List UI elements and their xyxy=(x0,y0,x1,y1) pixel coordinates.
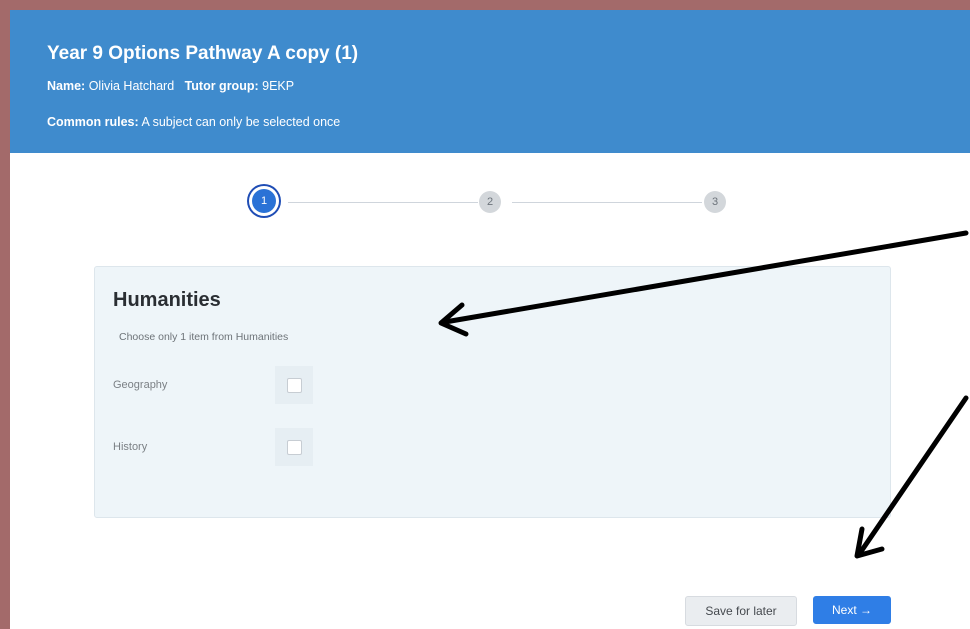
header-banner: Year 9 Options Pathway A copy (1) Name: … xyxy=(10,10,970,153)
next-button[interactable]: Next → xyxy=(813,596,891,624)
common-rules: Common rules: A subject can only be sele… xyxy=(47,115,340,129)
progress-stepper: 1 2 3 xyxy=(10,185,970,225)
stepper-connector xyxy=(512,202,702,203)
common-rules-label: Common rules: xyxy=(47,115,139,129)
option-cell-history xyxy=(275,428,313,466)
step-3[interactable]: 3 xyxy=(704,191,726,213)
page-frame: Year 9 Options Pathway A copy (1) Name: … xyxy=(10,10,970,629)
stepper-connector xyxy=(288,202,478,203)
step-1[interactable]: 1 xyxy=(252,189,276,213)
history-checkbox[interactable] xyxy=(287,440,302,455)
card-instructions: Choose only 1 item from Humanities xyxy=(119,331,289,343)
page-title: Year 9 Options Pathway A copy (1) xyxy=(47,43,359,64)
name-label: Name: xyxy=(47,79,86,93)
humanities-card: Humanities Choose only 1 item from Human… xyxy=(94,266,891,518)
option-label-history: History xyxy=(113,441,148,453)
student-info: Name: Olivia Hatchard Tutor group: 9EKP xyxy=(47,79,294,93)
tutor-group-value: 9EKP xyxy=(262,79,295,93)
name-value: Olivia Hatchard xyxy=(88,79,175,93)
option-cell-geography xyxy=(275,366,313,404)
card-title: Humanities xyxy=(113,289,221,311)
tutor-group-label: Tutor group: xyxy=(184,79,259,93)
step-2[interactable]: 2 xyxy=(479,191,501,213)
common-rules-value: A subject can only be selected once xyxy=(141,115,341,129)
option-label-geography: Geography xyxy=(113,379,168,391)
geography-checkbox[interactable] xyxy=(287,378,302,393)
save-for-later-button[interactable]: Save for later xyxy=(685,596,797,626)
